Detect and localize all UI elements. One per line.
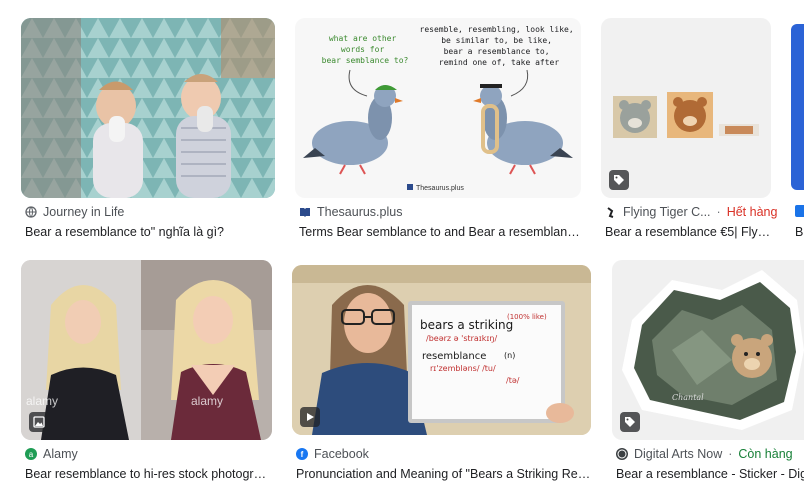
play-icon <box>300 407 320 427</box>
result-image-babies[interactable] <box>21 18 275 198</box>
separator-dot: · <box>728 447 733 461</box>
result-image-whiteboard[interactable]: bears a striking (100% like) /beərz ə 's… <box>292 265 591 435</box>
svg-text:what are other words f: what are other words for bear semblance … <box>322 34 409 65</box>
svg-text:rɪ'zembləns/ /tu/: rɪ'zembləns/ /tu/ <box>430 364 496 373</box>
result-title[interactable]: Bear a resemblance to" nghĩa là gì? <box>25 225 275 239</box>
svg-text:alamy: alamy <box>26 394 58 408</box>
result-title[interactable]: Pronunciation and Meaning of "Bears a St… <box>296 467 591 481</box>
image-icon <box>29 412 49 432</box>
babies-photo <box>21 18 275 198</box>
facebook-logo-icon: f <box>296 448 308 460</box>
source-name: Alamy <box>43 447 78 461</box>
svg-text:/tə/: /tə/ <box>506 376 520 385</box>
svg-text:resemble, resembling, look lik: resemble, resembling, look like, be simi… <box>420 25 579 67</box>
alamy-logo-icon: a <box>25 448 37 460</box>
separator-dot: · <box>716 205 721 219</box>
source-name: Facebook <box>314 447 369 461</box>
result-source[interactable]: Digital Arts Now · Còn hàng <box>616 447 793 461</box>
result-title[interactable]: Be <box>795 225 804 239</box>
result-title[interactable]: Bear a resemblance €5| Flyi… <box>605 225 771 239</box>
tiger-logo-icon <box>605 206 617 218</box>
result-source[interactable]: Journey in Life <box>25 205 124 219</box>
result-source[interactable]: Thesaurus.plus <box>299 205 402 219</box>
globe-icon <box>616 448 628 460</box>
result-title[interactable]: Terms Bear semblance to and Bear a resem… <box>299 225 581 239</box>
globe-icon <box>25 206 37 218</box>
result-title[interactable]: Bear resemblance to hi-res stock photogr… <box>25 467 272 481</box>
result-title[interactable]: Bear a resemblance - Sticker - Digi <box>616 467 804 481</box>
pigeons-cartoon: what are other words for bear semblance … <box>303 25 579 192</box>
whiteboard-video-thumb: bears a striking (100% like) /beərz ə 's… <box>292 265 591 435</box>
stock-status: Còn hàng <box>738 447 793 461</box>
result-source[interactable]: f Facebook <box>296 447 369 461</box>
source-name: Digital Arts Now <box>634 447 723 461</box>
result-image-pigeons[interactable]: what are other words for bear semblance … <box>295 18 581 198</box>
result-source[interactable]: a Alamy <box>25 447 78 461</box>
result-image-bear-sticker[interactable]: Chantal <box>612 260 804 440</box>
svg-text:(100% like): (100% like) <box>507 313 547 321</box>
svg-text:bears a striking: bears a striking <box>420 318 513 332</box>
result-source[interactable] <box>795 205 804 217</box>
result-image-bear-puzzle[interactable] <box>601 18 771 198</box>
result-image-cutoff[interactable] <box>791 24 804 190</box>
svg-text:resemblance: resemblance <box>422 351 486 362</box>
alamy-photo: alamy alamy <box>21 260 272 440</box>
book-icon <box>299 206 311 218</box>
svg-text:alamy: alamy <box>191 394 223 408</box>
source-name: Flying Tiger C... <box>623 205 711 219</box>
source-logo-icon <box>795 205 804 217</box>
svg-text:Thesaurus.plus: Thesaurus.plus <box>416 185 464 192</box>
result-source[interactable]: Flying Tiger C... · Hết hàng <box>605 205 777 219</box>
source-name: Journey in Life <box>43 205 125 219</box>
tag-icon <box>620 412 640 432</box>
source-name: Thesaurus.plus <box>317 205 403 219</box>
svg-text:/beərz ə 'straɪkɪŋ/: /beərz ə 'straɪkɪŋ/ <box>426 334 497 343</box>
stock-status: Hết hàng <box>726 205 778 219</box>
result-image-blonde-woman[interactable]: alamy alamy <box>21 260 272 440</box>
tag-icon <box>609 170 629 190</box>
svg-text:(n): (n) <box>504 351 515 360</box>
svg-text:Chantal: Chantal <box>672 393 704 402</box>
sticker-photo: Chantal <box>622 270 804 430</box>
